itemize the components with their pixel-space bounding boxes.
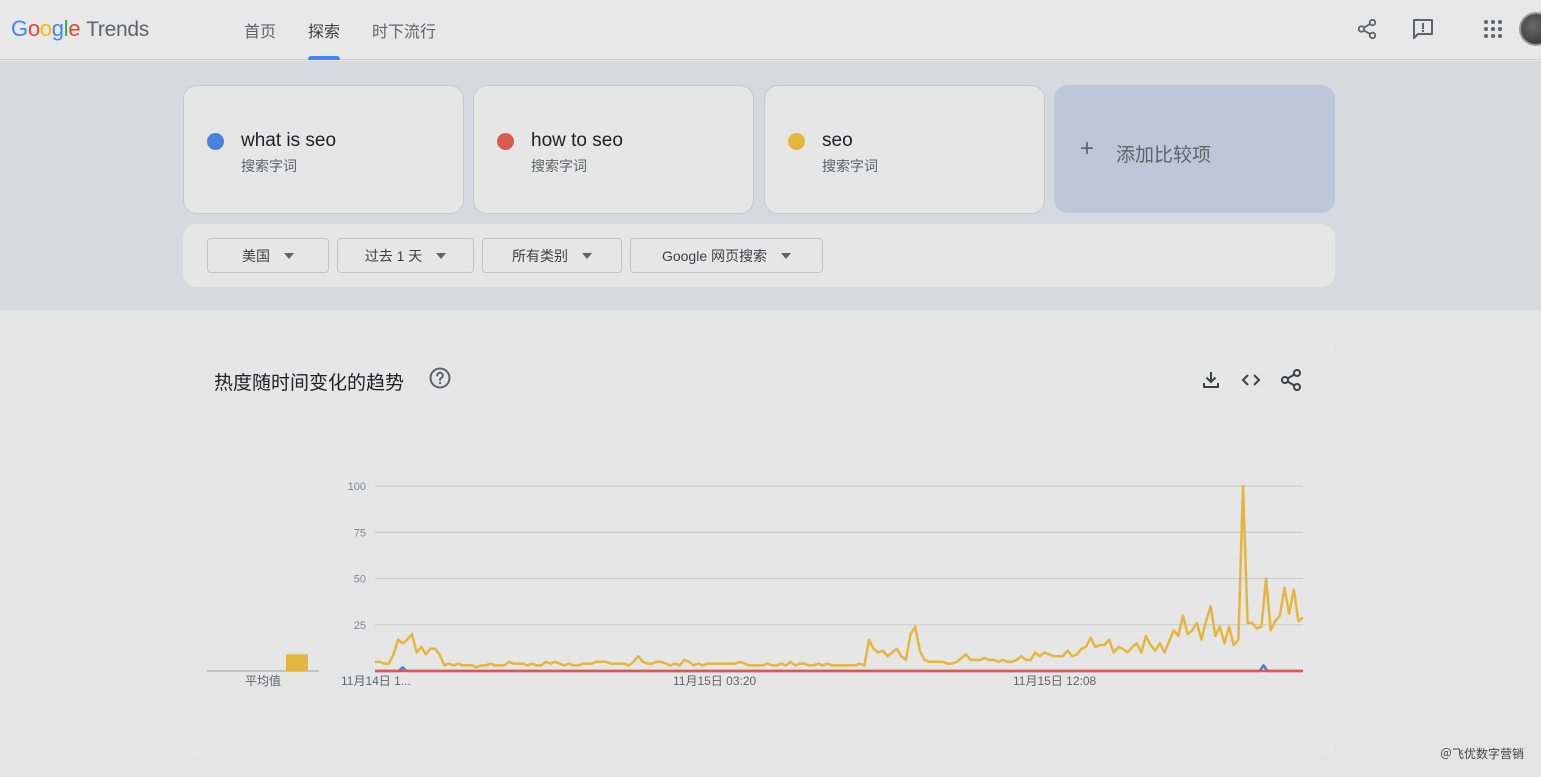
share-icon[interactable] [1354,16,1380,42]
search-term-card-seo[interactable]: seo 搜索字词 [764,85,1045,214]
top-app-bar: Google Trends 首页 探索 时下流行 [0,0,1541,60]
average-label: 平均值 [245,673,281,688]
nav-trending-now[interactable]: 时下流行 [356,0,452,60]
term-type: 搜索字词 [241,158,297,174]
apps-grid-icon[interactable] [1480,16,1506,42]
category-value: 所有类别 [512,247,568,264]
filter-bar: 美国 过去 1 天 所有类别 Google 网页搜索 [183,224,1335,287]
interest-over-time-card: 热度随时间变化的趋势 平均值 25 50 75 100 11月14日 1... 11月1… [183,336,1335,760]
time-range-value: 过去 1 天 [364,247,423,264]
term-type: 搜索字词 [531,158,587,174]
term-name: seo [822,130,853,151]
chart-x-axis: 11月14日 1... 11月15日 03:20 11月15日 12:08 [341,674,1096,688]
search-type-value: Google 网页搜索 [661,247,768,264]
x-tick-label: 11月14日 1... [341,674,411,688]
trend-line-chart: 平均值 255075100 11月14日 1... 11月15日 03:20 11月… [207,481,1304,688]
embed-code-icon[interactable] [1239,368,1263,392]
series-color-dot [788,133,805,150]
x-tick-label: 11月15日 12:08 [1013,674,1096,688]
series-line-seo [375,484,1304,669]
average-bar-chart: 平均值 [207,654,319,688]
category-dropdown[interactable]: 所有类别 [482,238,622,273]
dropdown-arrow-icon [436,252,447,259]
nav-explore[interactable]: 探索 [292,0,356,60]
dropdown-arrow-icon [284,252,294,259]
search-term-card-what-is-seo[interactable]: what is seo 搜索字词 [183,85,464,214]
x-tick-label: 11月15日 03:20 [673,674,756,688]
add-comparison-label: 添加比较项 [1116,145,1212,166]
account-avatar[interactable] [1519,12,1541,46]
main-nav: 首页 探索 时下流行 [228,0,452,60]
share-icon[interactable] [1279,368,1303,392]
region-dropdown[interactable]: 美国 [207,238,329,273]
term-name: how to seo [531,130,623,151]
plus-icon: + [1080,135,1095,162]
average-bar [286,654,308,671]
chart-gridlines: 25 50 75 100 [348,481,1303,672]
feedback-icon[interactable] [1410,16,1436,42]
chart-title: 热度随时间变化的趋势 [214,373,405,394]
nav-home[interactable]: 首页 [228,0,292,60]
term-type: 搜索字词 [822,158,878,174]
dropdown-arrow-icon [582,252,592,259]
add-comparison-button[interactable]: + 添加比较项 [1054,85,1335,213]
dropdown-arrow-icon [781,252,792,259]
y-tick-label: 25 [354,620,366,632]
time-range-dropdown[interactable]: 过去 1 天 [337,238,474,273]
series-color-dot [497,133,514,150]
term-name: what is seo [241,130,337,151]
series-line-what-is-seo [375,664,1303,673]
search-type-dropdown[interactable]: Google 网页搜索 [630,238,823,273]
help-icon[interactable] [428,366,452,390]
download-icon[interactable] [1199,368,1223,392]
google-trends-logo[interactable]: Google Trends [11,16,149,42]
region-value: 美国 [242,247,270,264]
watermark: ＠飞优数字营销 [1439,747,1524,761]
y-tick-label: 75 [354,527,366,539]
series-color-dot [207,133,224,150]
y-tick-label: 100 [348,481,366,493]
y-tick-label: 50 [354,574,366,586]
search-term-card-how-to-seo[interactable]: how to seo 搜索字词 [473,85,754,214]
chart-series [375,484,1304,673]
